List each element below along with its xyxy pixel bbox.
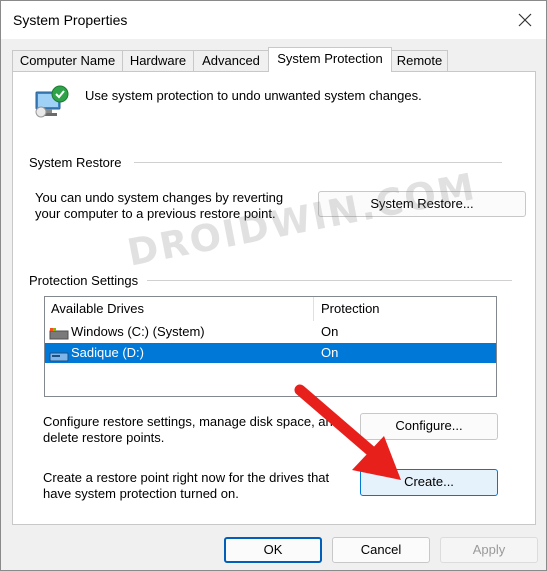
- red-arrow-icon: [294, 384, 401, 480]
- tab-system-protection[interactable]: System Protection: [268, 47, 392, 72]
